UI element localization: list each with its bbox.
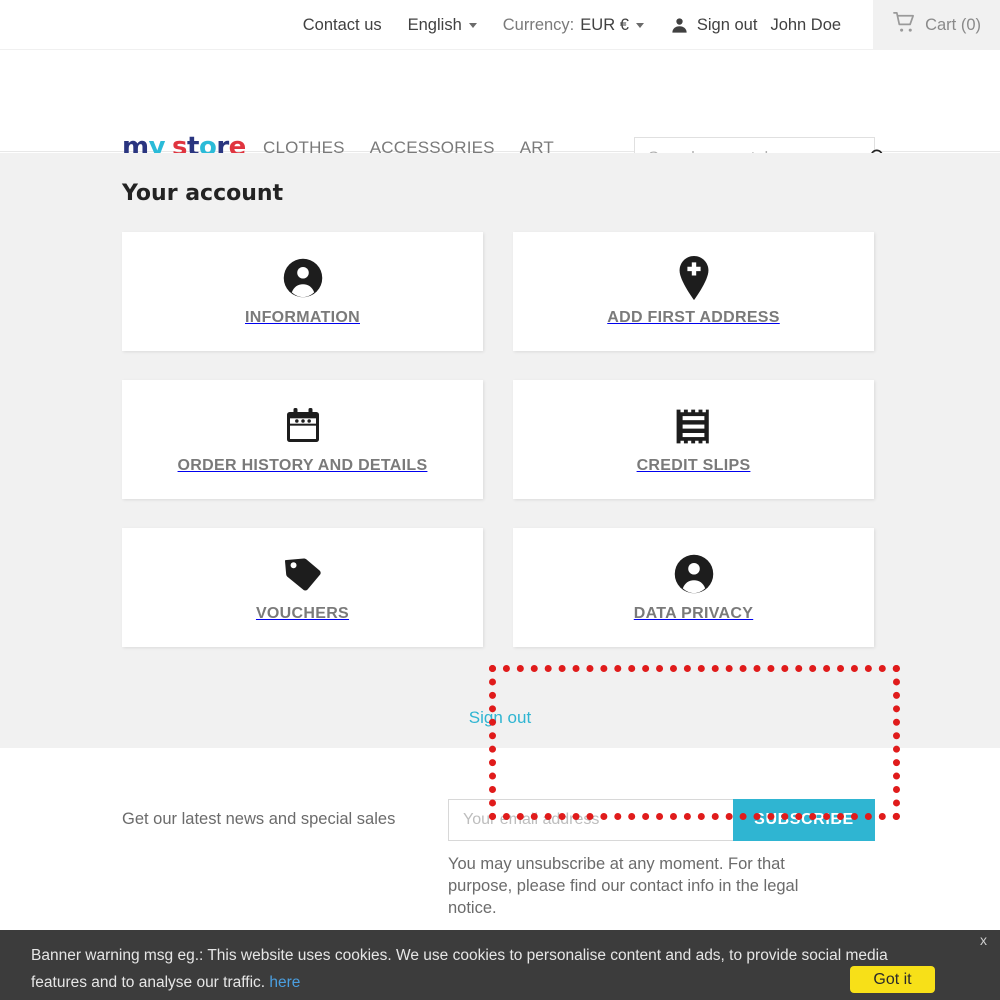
close-icon[interactable]: x <box>980 932 987 948</box>
currency-selector[interactable]: Currency: EUR € <box>503 16 644 35</box>
person-circle-icon <box>673 552 715 596</box>
language-selector[interactable]: English <box>408 16 477 35</box>
account-card-label: VOUCHERS <box>255 605 350 622</box>
contact-us-link[interactable]: Contact us <box>303 16 382 35</box>
newsletter-note: You may unsubscribe at any moment. For t… <box>448 855 799 917</box>
language-label[interactable]: English <box>408 16 462 35</box>
main-content: Your account INFORMATION ADD FIRST ADDRE… <box>0 153 1000 820</box>
chevron-down-icon <box>635 22 644 28</box>
account-card-label: CREDIT SLIPS <box>636 457 751 474</box>
page-title: Your account <box>122 181 284 206</box>
card-row: INFORMATION ADD FIRST ADDRESS <box>122 232 875 351</box>
account-card-add-first-address[interactable]: ADD FIRST ADDRESS <box>513 232 874 351</box>
account-card-vouchers[interactable]: VOUCHERS <box>122 528 483 647</box>
receipt-icon <box>674 404 713 448</box>
footer-newsletter: Get our latest news and special sales SU… <box>0 748 1000 930</box>
account-card-label: INFORMATION <box>245 309 360 326</box>
currency-value[interactable]: EUR € <box>580 16 629 35</box>
map-pin-plus-icon <box>677 256 711 300</box>
sign-out-link-top[interactable]: Sign out <box>697 16 758 35</box>
cookie-message: Banner warning msg eg.: This website use… <box>31 947 888 991</box>
account-card-order-history[interactable]: ORDER HISTORY AND DETAILS <box>122 380 483 499</box>
site-header: my store CLOTHES ACCESSORIES ART <box>0 50 1000 179</box>
cookie-banner-text: Banner warning msg eg.: This website use… <box>31 942 931 996</box>
subscribe-button[interactable]: SUBSCRIBE <box>733 799 875 841</box>
account-menu[interactable]: Sign out John Doe <box>670 16 841 35</box>
account-card-label: DATA PRIVACY <box>633 605 754 622</box>
cookie-banner: Banner warning msg eg.: This website use… <box>0 930 1000 1000</box>
account-card-credit-slips[interactable]: CREDIT SLIPS <box>513 380 874 499</box>
cookie-here-link[interactable]: here <box>269 974 300 991</box>
currency-label: Currency: <box>502 15 575 34</box>
user-name[interactable]: John Doe <box>770 16 841 35</box>
cart-label: Cart (0) <box>925 15 981 34</box>
card-row: VOUCHERS DATA PRIVACY <box>122 528 875 647</box>
account-card-data-privacy[interactable]: DATA PRIVACY <box>513 528 874 647</box>
account-card-label: ADD FIRST ADDRESS <box>607 309 780 326</box>
newsletter-prompt: Get our latest news and special sales <box>122 810 396 828</box>
cart-button[interactable]: Cart (0) <box>873 0 1000 50</box>
account-card-label: ORDER HISTORY AND DETAILS <box>177 457 428 474</box>
sign-out-link-main[interactable]: Sign out <box>0 708 1000 728</box>
calendar-icon <box>283 404 323 448</box>
got-it-button[interactable]: Got it <box>850 966 935 993</box>
person-circle-icon <box>282 256 324 300</box>
account-cards-grid: INFORMATION ADD FIRST ADDRESS ORDER HIST… <box>122 232 875 676</box>
chevron-down-icon <box>468 22 477 28</box>
card-row: ORDER HISTORY AND DETAILS CREDIT SLIPS <box>122 380 875 499</box>
newsletter-form: SUBSCRIBE <box>448 799 875 841</box>
newsletter-email-input[interactable] <box>448 799 733 841</box>
shopping-cart-icon <box>893 11 916 39</box>
user-icon <box>670 16 689 35</box>
contact-us-item[interactable]: Contact us <box>303 16 382 35</box>
account-card-information[interactable]: INFORMATION <box>122 232 483 351</box>
top-bar: Contact us English Currency: EUR € Sign … <box>0 0 1000 50</box>
price-tag-icon <box>282 552 324 596</box>
